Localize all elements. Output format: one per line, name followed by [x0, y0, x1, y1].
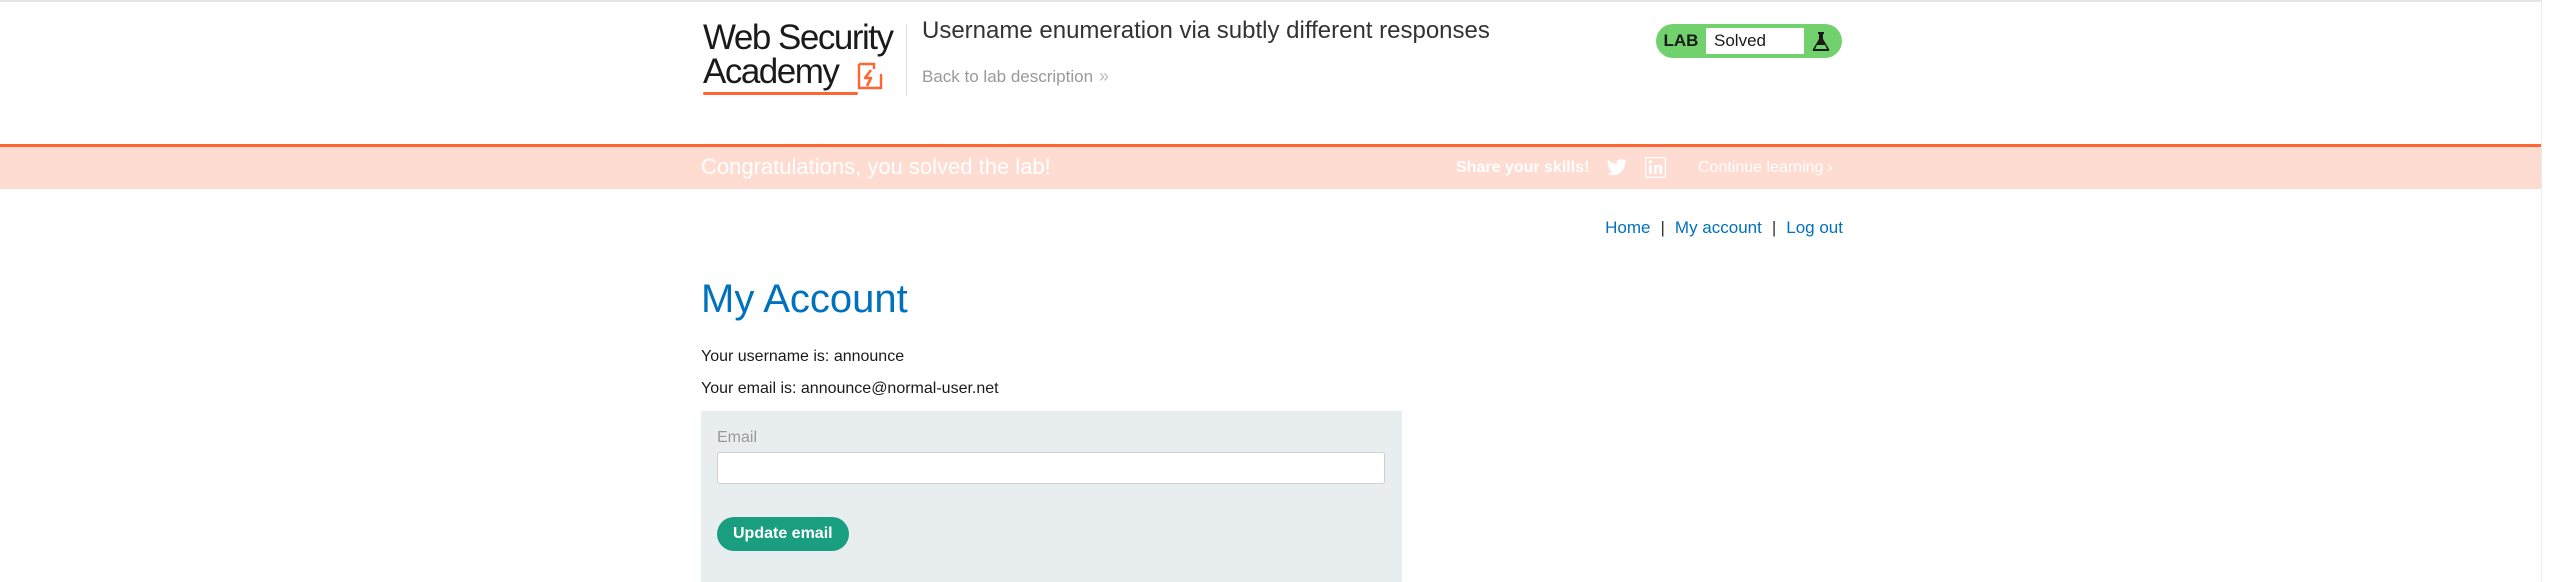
- nav-my-account-link[interactable]: My account: [1675, 218, 1762, 237]
- back-link-label: Back to lab description: [922, 67, 1094, 86]
- lab-header: Web Security Academy Username enumeratio…: [0, 2, 2559, 147]
- web-security-academy-logo[interactable]: Web Security Academy: [703, 20, 903, 100]
- account-nav: Home | My account | Log out: [1605, 218, 1843, 238]
- linkedin-icon[interactable]: [1645, 157, 1666, 178]
- email-field[interactable]: [717, 452, 1385, 484]
- twitter-icon[interactable]: [1606, 158, 1628, 178]
- lab-status-tag: LAB: [1663, 31, 1699, 50]
- back-to-lab-description-link[interactable]: Back to lab description »: [922, 66, 1109, 87]
- logo-underline: [703, 92, 858, 95]
- update-email-button[interactable]: Update email: [717, 517, 849, 551]
- lab-status-badge: LAB Solved: [1656, 24, 1842, 58]
- nav-home-link[interactable]: Home: [1605, 218, 1650, 237]
- page-title: My Account: [701, 277, 908, 321]
- lab-status-text: Solved: [1706, 28, 1804, 54]
- username-info: Your username is: announce: [701, 348, 905, 365]
- lightning-bolt-icon: [857, 62, 883, 90]
- double-chevron-right-icon: »: [1099, 66, 1110, 86]
- congratulations-message: Congratulations, you solved the lab!: [701, 154, 1051, 179]
- vertical-scrollbar[interactable]: [2541, 0, 2559, 582]
- header-divider: [906, 24, 907, 96]
- logo-text-line2: Academy: [703, 52, 840, 91]
- continue-learning-link[interactable]: Continue learning ›: [1698, 159, 1833, 177]
- share-skills-label: Share your skills!: [1456, 159, 1590, 176]
- nav-log-out-link[interactable]: Log out: [1786, 218, 1843, 237]
- flask-icon: [1812, 32, 1830, 51]
- chevron-right-icon: ›: [1827, 159, 1833, 176]
- solved-banner: Congratulations, you solved the lab! Sha…: [0, 147, 2559, 189]
- nav-separator: |: [1771, 218, 1777, 237]
- email-info: Your email is: announce@normal-user.net: [701, 380, 999, 397]
- email-field-label: Email: [717, 429, 758, 446]
- lab-title: Username enumeration via subtly differen…: [922, 17, 1490, 44]
- logo-text-line1: Web Security: [703, 18, 894, 57]
- nav-separator: |: [1660, 218, 1665, 237]
- continue-learning-label: Continue learning: [1698, 159, 1824, 176]
- change-email-form: Email Update email: [701, 411, 1402, 582]
